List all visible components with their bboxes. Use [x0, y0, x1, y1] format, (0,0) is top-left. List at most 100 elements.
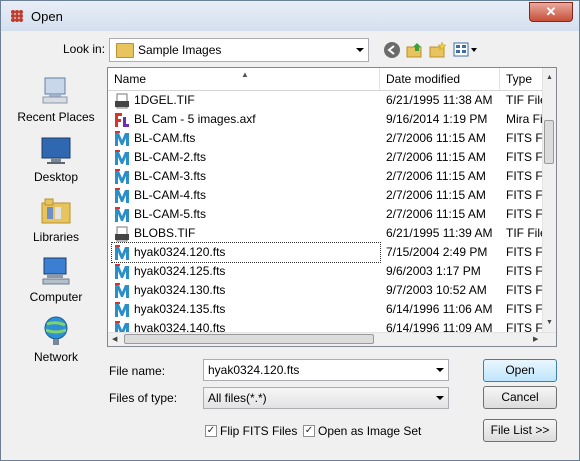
- column-type[interactable]: Type: [500, 68, 545, 90]
- file-name-text: BL-CAM-4.fts: [134, 188, 207, 202]
- open-button[interactable]: Open: [483, 359, 557, 382]
- file-name-cell[interactable]: BLOBS.TIF: [112, 224, 380, 243]
- file-date-cell: 2/7/2006 11:15 AM: [386, 131, 486, 145]
- file-name-cell[interactable]: BL-CAM-3.fts: [112, 167, 380, 186]
- place-label: Computer: [29, 290, 83, 304]
- chevron-down-icon: [436, 396, 444, 400]
- file-type-cell: FITS Fi: [506, 188, 546, 202]
- open-as-image-set-label: Open as Image Set: [318, 424, 422, 438]
- file-type-cell: TIF File: [506, 226, 546, 240]
- look-in-value: Sample Images: [138, 43, 222, 57]
- file-name-value: hyak0324.120.fts: [208, 363, 300, 377]
- open-as-image-set-checkbox[interactable]: ✓: [303, 425, 315, 437]
- file-row[interactable]: hyak0324.120.fts 7/15/2004 2:49 PM FITS Fi: [108, 242, 545, 263]
- file-row[interactable]: BL-CAM-4.fts 2/7/2006 11:15 AM FITS Fi: [108, 186, 545, 205]
- scroll-left-icon[interactable]: ◀: [112, 335, 117, 343]
- file-date-cell: 6/14/1996 11:06 AM: [386, 302, 493, 316]
- file-name-cell[interactable]: BL Cam - 5 images.axf: [112, 110, 380, 129]
- file-type-cell: FITS Fi: [506, 150, 546, 164]
- file-name-text: hyak0324.135.fts: [134, 302, 226, 316]
- back-icon[interactable]: [383, 41, 401, 59]
- file-date-cell: 6/21/1995 11:39 AM: [386, 226, 493, 240]
- scroll-right-icon[interactable]: ▶: [533, 335, 538, 343]
- scroll-down-icon[interactable]: ▼: [546, 319, 553, 326]
- file-name-cell[interactable]: hyak0324.130.fts: [112, 281, 380, 300]
- horizontal-scroll-thumb[interactable]: [124, 334, 374, 344]
- file-row[interactable]: hyak0324.130.fts 9/7/2003 10:52 AM FITS Fi: [108, 281, 545, 300]
- title-bar: Open ✕: [1, 1, 579, 31]
- place-libraries[interactable]: Libraries: [9, 195, 103, 244]
- place-label: Network: [33, 350, 78, 364]
- file-type-cell: FITS Fi: [506, 302, 546, 316]
- flip-fits-checkbox[interactable]: ✓: [205, 425, 217, 437]
- file-name-text: BL-CAM-3.fts: [134, 169, 207, 183]
- look-in-combo[interactable]: Sample Images: [109, 38, 369, 62]
- file-row[interactable]: BL-CAM-3.fts 2/7/2006 11:15 AM FITS Fi: [108, 167, 545, 186]
- fits-file-icon: [114, 245, 130, 261]
- cancel-button[interactable]: Cancel: [483, 386, 557, 409]
- file-name-cell[interactable]: hyak0324.125.fts: [112, 262, 380, 281]
- chevron-down-icon[interactable]: [436, 368, 444, 372]
- file-date-cell: 2/7/2006 11:15 AM: [386, 188, 486, 202]
- file-name-text: hyak0324.125.fts: [134, 264, 226, 278]
- file-date-cell: 9/6/2003 1:17 PM: [386, 264, 481, 278]
- tif-file-icon: [115, 226, 129, 242]
- fits-file-icon: [114, 169, 130, 185]
- file-date-cell: 2/7/2006 11:15 AM: [386, 207, 486, 221]
- file-name-label: File name:: [109, 364, 166, 378]
- place-network[interactable]: Network: [9, 315, 103, 364]
- recent-places-icon: [42, 77, 68, 104]
- app-icon: [11, 10, 23, 22]
- column-date[interactable]: Date modified: [380, 68, 500, 90]
- file-name-cell[interactable]: 1DGEL.TIF: [112, 91, 380, 110]
- file-list[interactable]: Name ▲ Date modified Type 1DGEL.TIF 6/21/…: [107, 67, 557, 347]
- file-date-cell: 2/7/2006 11:15 AM: [386, 169, 486, 183]
- file-name-text: hyak0324.120.fts: [134, 245, 226, 259]
- file-name-cell[interactable]: hyak0324.135.fts: [112, 300, 380, 319]
- file-row[interactable]: BLOBS.TIF 6/21/1995 11:39 AM TIF File: [108, 224, 546, 243]
- close-button[interactable]: ✕: [529, 2, 573, 22]
- file-row[interactable]: BL-CAM-2.fts 2/7/2006 11:15 AM FITS Fi: [108, 148, 545, 167]
- look-in-label: Look in:: [63, 42, 106, 56]
- vertical-scrollbar[interactable]: ▲ ▼: [542, 68, 556, 334]
- file-date-cell: 9/16/2014 1:19 PM: [386, 112, 488, 126]
- file-name-text: BL-CAM-2.fts: [134, 150, 207, 164]
- fits-file-icon: [114, 302, 130, 318]
- file-name-field[interactable]: hyak0324.120.fts: [203, 359, 449, 381]
- file-type-cell: FITS Fi: [506, 131, 546, 145]
- file-name-cell[interactable]: BL-CAM-5.fts: [112, 205, 380, 224]
- file-type-combo[interactable]: All files(*.*): [203, 387, 449, 409]
- file-row[interactable]: BL Cam - 5 images.axf 9/16/2014 1:19 PM Mi…: [108, 110, 545, 129]
- vertical-scroll-thumb[interactable]: [544, 120, 554, 164]
- new-folder-icon[interactable]: [429, 41, 447, 59]
- open-dialog: Open ✕ Look in: Sample Images Recent Pla…: [0, 0, 580, 461]
- scroll-up-icon[interactable]: ▲: [546, 74, 553, 81]
- horizontal-scrollbar[interactable]: ◀ ▶: [108, 332, 556, 346]
- file-name-cell[interactable]: BL-CAM-4.fts: [112, 186, 380, 205]
- places-bar: Recent Places Desktop Libraries Computer…: [9, 67, 103, 367]
- file-type-cell: FITS Fi: [506, 264, 546, 278]
- file-name-cell[interactable]: hyak0324.120.fts: [111, 242, 381, 263]
- place-recent-places[interactable]: Recent Places: [9, 75, 103, 124]
- file-list-button[interactable]: File List >>: [483, 419, 557, 442]
- fits-file-icon: [114, 264, 130, 280]
- place-label: Recent Places: [17, 110, 95, 124]
- file-row[interactable]: hyak0324.135.fts 6/14/1996 11:06 AM FITS F…: [108, 300, 545, 319]
- desktop-icon: [41, 137, 71, 164]
- up-folder-icon[interactable]: [406, 41, 424, 59]
- file-type-cell: TIF File: [506, 93, 546, 107]
- libraries-icon: [41, 198, 71, 224]
- file-row[interactable]: BL-CAM.fts 2/7/2006 11:15 AM FITS Fi: [108, 129, 545, 148]
- file-row[interactable]: BL-CAM-5.fts 2/7/2006 11:15 AM FITS Fi: [108, 205, 545, 224]
- file-type-label: Files of type:: [109, 391, 178, 405]
- fits-file-icon: [114, 283, 130, 299]
- file-row[interactable]: hyak0324.125.fts 9/6/2003 1:17 PM FITS Fi: [108, 262, 545, 281]
- file-row[interactable]: 1DGEL.TIF 6/21/1995 11:38 AM TIF File: [108, 91, 546, 110]
- place-label: Libraries: [32, 230, 80, 244]
- file-type-cell: FITS Fi: [506, 169, 546, 183]
- place-computer[interactable]: Computer: [9, 255, 103, 304]
- place-desktop[interactable]: Desktop: [9, 135, 103, 184]
- file-name-cell[interactable]: BL-CAM-2.fts: [112, 148, 380, 167]
- file-name-cell[interactable]: BL-CAM.fts: [112, 129, 380, 148]
- view-menu-icon[interactable]: [453, 41, 479, 59]
